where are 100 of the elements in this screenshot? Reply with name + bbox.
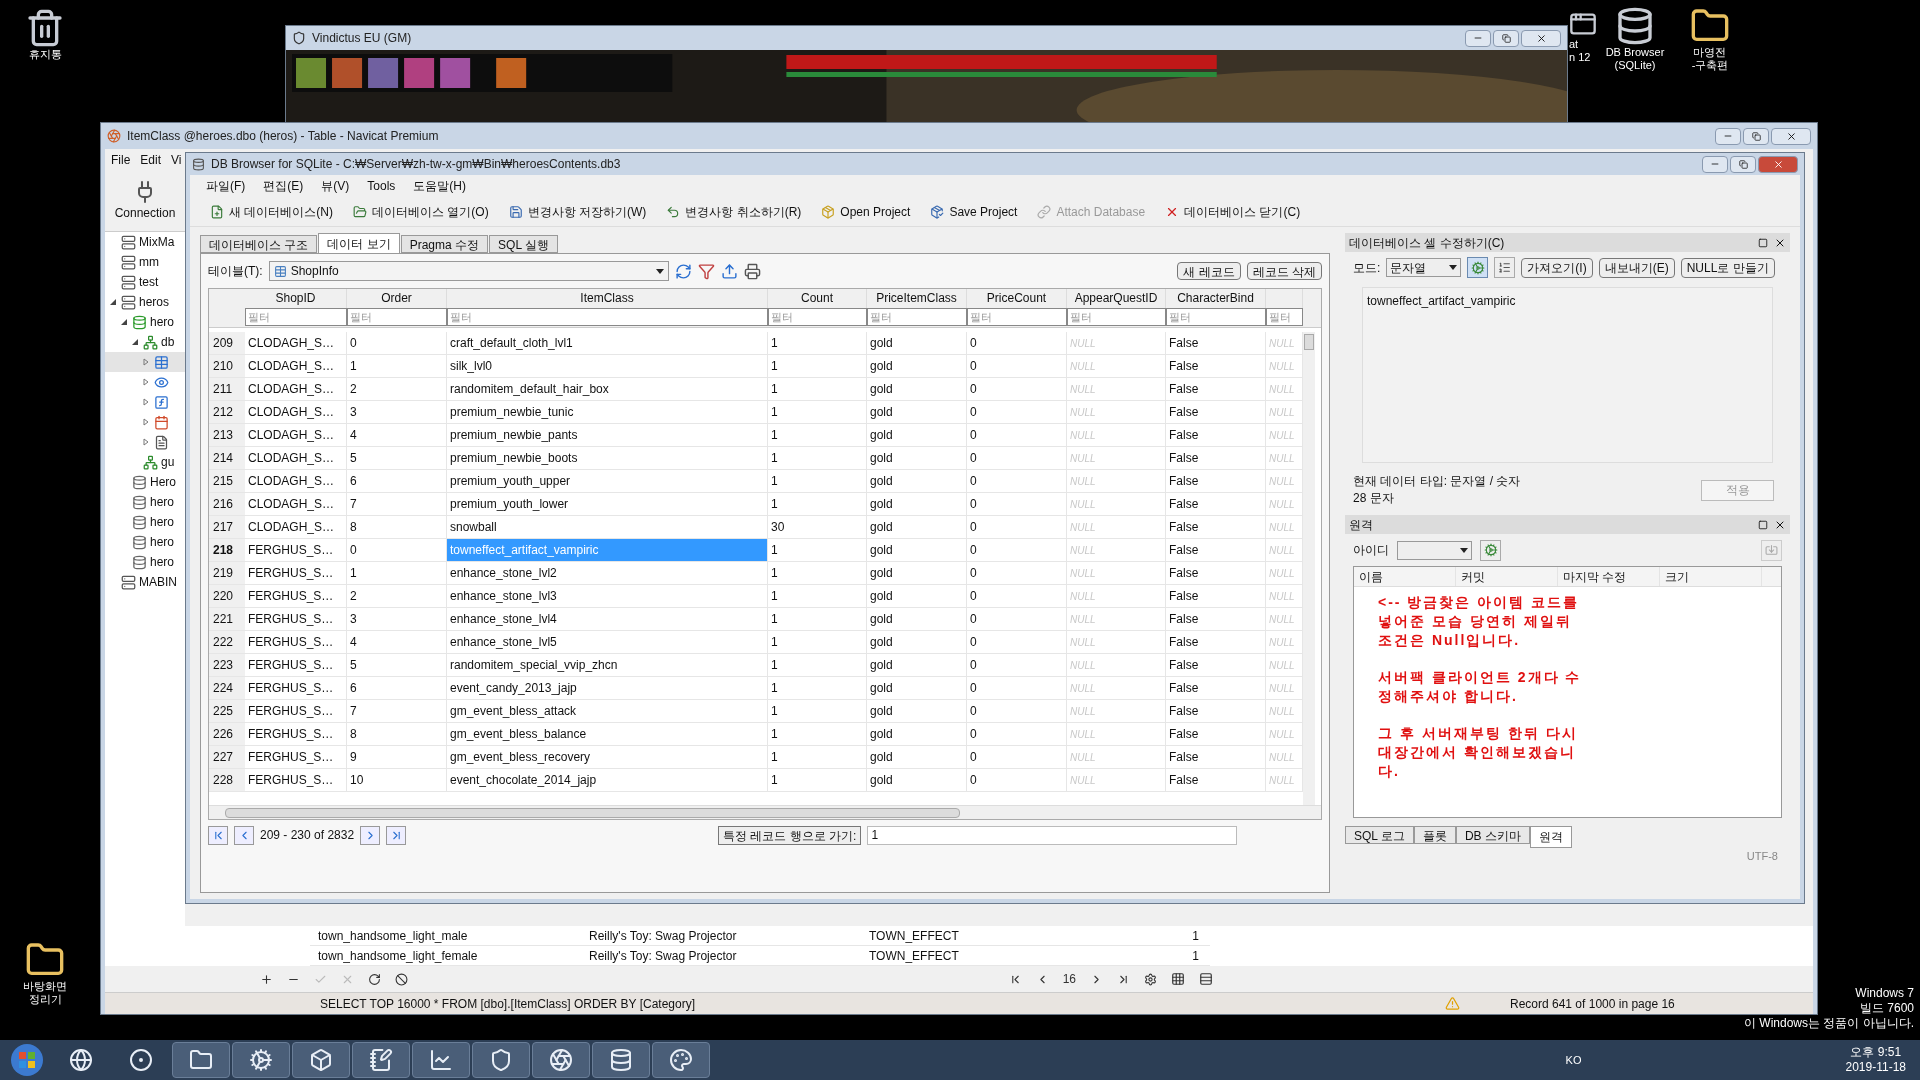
table-cell[interactable]: 1 [768,608,867,630]
table-cell[interactable]: TOWN_EFFECT [865,926,1025,945]
table-cell[interactable]: gold [867,332,967,354]
next-page-button[interactable] [360,825,381,845]
column-header[interactable]: ItemClass [580,291,634,305]
table-cell[interactable]: premium_youth_lower [447,493,768,515]
table-cell[interactable]: 0 [967,447,1067,469]
table-cell[interactable]: FERGHUS_S… [245,585,347,607]
column-header[interactable]: CharacterBind [1177,291,1254,305]
table-cell[interactable]: 1 [768,769,867,791]
column-header[interactable]: ShopID [275,291,316,305]
table-cell[interactable]: gold [867,723,967,745]
tab[interactable]: SQL 실행 [489,235,558,253]
page-number[interactable]: 16 [1062,970,1076,988]
filter-field[interactable]: 필터 [1067,308,1166,326]
record-button[interactable]: 레코드 삭제 [1246,262,1322,280]
table-cell[interactable]: premium_newbie_pants [447,424,768,446]
table-cell[interactable]: enhance_stone_lvl3 [447,585,768,607]
close-button[interactable] [1758,155,1798,173]
tree-item[interactable]: db [105,332,185,352]
table-select[interactable]: ShopInfo [268,261,669,281]
table-cell[interactable]: 1 [768,723,867,745]
table-cell[interactable]: gold [867,539,967,561]
tree-item[interactable] [105,352,185,372]
maximize-button[interactable] [1730,155,1756,173]
table-cell[interactable]: 30 [768,516,867,538]
menu-item[interactable]: 뷰(V) [321,177,350,195]
table-cell[interactable]: 4 [347,631,447,653]
table-cell[interactable]: enhance_stone_lvl5 [447,631,768,653]
table-cell[interactable]: gm_event_bless_attack [447,700,768,722]
table-cell[interactable]: premium_youth_upper [447,470,768,492]
table-cell[interactable]: 0 [967,746,1067,768]
table-cell[interactable]: 0 [967,677,1067,699]
column-header[interactable]: 마지막 수정 [1558,567,1660,586]
table-cell[interactable]: False [1166,608,1266,630]
minimize-button[interactable] [1465,29,1491,47]
taskbar-app[interactable] [592,1042,650,1078]
tab[interactable]: 데이터베이스 구조 [200,235,318,253]
minimize-button[interactable] [1715,127,1741,145]
table-cell[interactable]: CLODAGH_S… [245,516,347,538]
table-cell[interactable]: gold [867,493,967,515]
table-cell[interactable]: gold [867,608,967,630]
table-cell[interactable]: 1 [768,355,867,377]
table-cell[interactable]: 1 [768,401,867,423]
table-cell[interactable]: 1 [347,355,447,377]
table-cell[interactable]: 1 [768,493,867,515]
table-cell[interactable]: premium_newbie_tunic [447,401,768,423]
tree-item[interactable]: hero [105,512,185,532]
table-cell[interactable]: FERGHUS_S… [245,723,347,745]
table-cell[interactable]: gold [867,631,967,653]
filter-field[interactable]: 필터 [967,308,1067,326]
mode-select[interactable]: 문자열 [1386,258,1462,277]
table-cell[interactable]: gold [867,424,967,446]
table-cell[interactable]: 0 [967,608,1067,630]
word-wrap-button[interactable] [1494,257,1516,278]
column-header[interactable]: Order [381,291,412,305]
table-cell[interactable]: 0 [967,654,1067,676]
filter-field[interactable]: 필터 [1166,308,1266,326]
table-cell[interactable]: 7 [347,493,447,515]
table-cell[interactable]: gold [867,447,967,469]
table-cell[interactable]: 0 [967,401,1067,423]
desktop-icon-label[interactable]: DB Browser (SQLite) [1605,46,1665,72]
table-cell[interactable]: town_handsome_light_male [310,926,585,945]
print-icon[interactable] [743,262,761,280]
column-header[interactable]: PriceCount [986,291,1047,305]
table-cell[interactable]: event_chocolate_2014_jajp [447,769,768,791]
table-cell[interactable]: 9 [347,746,447,768]
table-cell[interactable]: 1 [768,654,867,676]
table-cell[interactable]: gm_event_bless_recovery [447,746,768,768]
column-header[interactable]: AppearQuestID [1074,291,1158,305]
table-cell[interactable]: town_handsome_light_female [310,946,585,965]
table-cell[interactable]: FERGHUS_S… [245,631,347,653]
goto-record-button[interactable]: 특정 레코드 행으로 가기: [718,825,862,845]
table-cell[interactable]: False [1166,516,1266,538]
maximize-button[interactable] [1743,127,1769,145]
taskbar-app[interactable] [532,1042,590,1078]
record-button[interactable]: 새 레코드 [1177,262,1241,280]
table-cell[interactable]: Reilly's Toy: Swag Projector [585,926,865,945]
table-cell[interactable]: enhance_stone_lvl4 [447,608,768,630]
menu-item[interactable]: 편집(E) [263,177,304,195]
clock-date[interactable]: 2019-11-18 [1845,1060,1906,1075]
table-cell[interactable]: 1 [347,562,447,584]
table-cell[interactable]: 5 [347,654,447,676]
filter-field[interactable]: 필터 [1266,308,1303,326]
table-cell[interactable]: False [1166,470,1266,492]
connect-button[interactable] [1480,539,1501,561]
menu-item[interactable]: 도움말(H) [413,177,466,195]
table-cell[interactable]: CLODAGH_S… [245,332,347,354]
toolbar-button[interactable]: Open Project [813,199,919,224]
table-cell[interactable]: FERGHUS_S… [245,746,347,768]
menu-item[interactable]: Tools [367,177,396,195]
table-cell[interactable]: FERGHUS_S… [245,700,347,722]
table-cell[interactable]: 0 [967,378,1067,400]
table-cell[interactable]: gold [867,378,967,400]
table-cell[interactable]: 0 [967,493,1067,515]
taskbar-app[interactable] [652,1042,710,1078]
first-page-button[interactable] [208,825,228,845]
table-cell[interactable]: CLODAGH_S… [245,424,347,446]
table-cell[interactable]: False [1166,723,1266,745]
table-cell[interactable]: randomitem_default_hair_box [447,378,768,400]
